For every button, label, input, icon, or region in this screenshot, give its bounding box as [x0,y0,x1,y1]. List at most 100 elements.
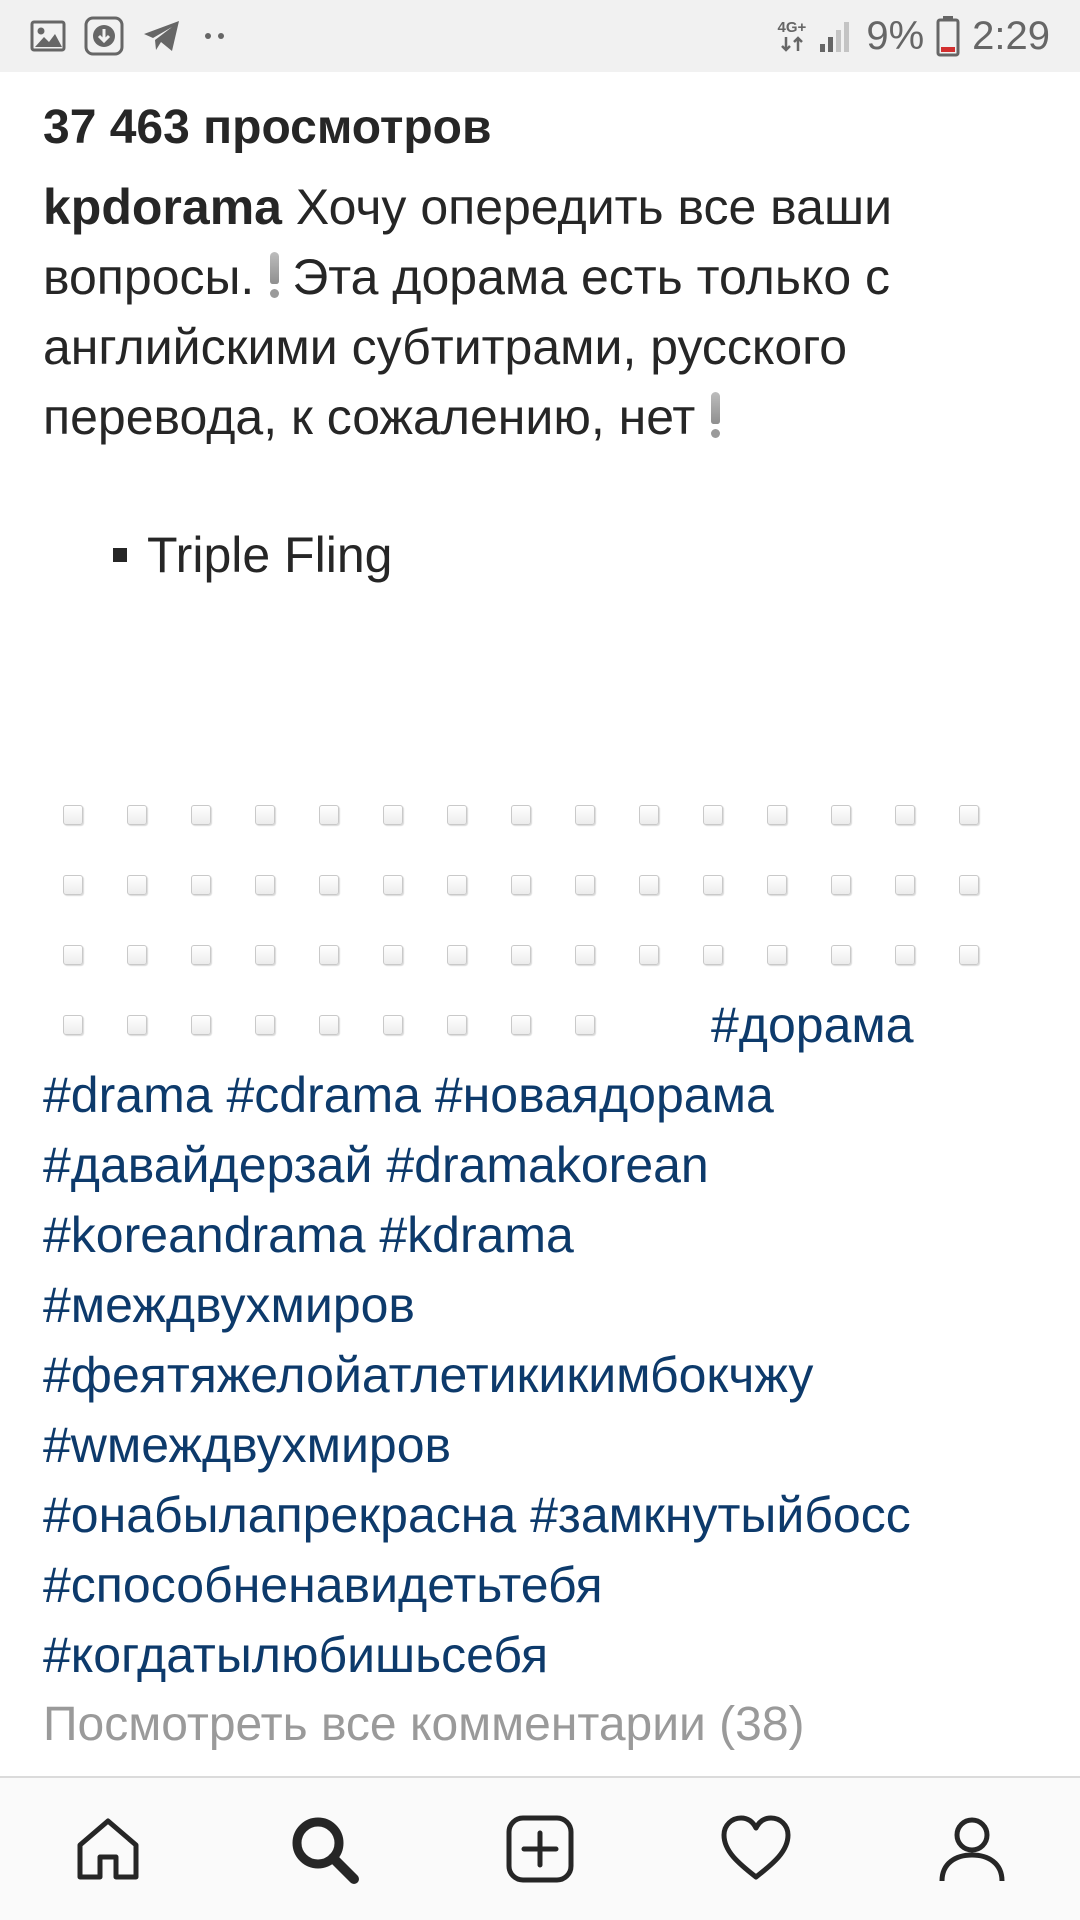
hashtag-line: #koreandrama #kdrama [43,1200,1053,1270]
missing-glyph-box [959,945,979,965]
missing-glyph-box [831,805,851,825]
hashtag-line: #drama #cdrama #новаядорама [43,1060,1053,1130]
missing-glyph-box [895,805,915,825]
missing-glyph-box [831,875,851,895]
nav-activity-button[interactable] [706,1799,806,1899]
hashtag-link[interactable]: #koreandrama [43,1207,365,1263]
missing-glyph-box [255,805,275,825]
battery-percent: 9% [866,13,925,58]
hashtag-link[interactable]: #дорама [711,990,914,1060]
missing-glyph-box [191,875,211,895]
missing-glyph-box [639,945,659,965]
hashtag-link[interactable]: #способненавидетьтебя [43,1557,603,1613]
placeholder-glyph-row [43,920,1053,990]
search-icon [292,1817,359,1884]
missing-glyph-box [319,945,339,965]
network-type-label: 4G+ [777,18,807,36]
view-all-comments-link[interactable]: Посмотреть все комментарии (38) [43,1690,1053,1760]
missing-glyph-box [191,945,211,965]
hashtag-link[interactable]: #kdrama [379,1207,574,1263]
missing-glyph-box [447,945,467,965]
list-item-text: Triple Fling [147,527,393,583]
missing-glyph-box [191,1015,211,1035]
missing-glyph-box [383,1015,403,1035]
list-item: Triple Fling [113,520,1053,590]
placeholder-glyph-row [43,850,1053,920]
missing-glyph-box [959,805,979,825]
hashtag-link[interactable]: #замкнутыйбосс [530,1487,911,1543]
activity-icon [721,1815,791,1880]
nav-new-post-button[interactable] [490,1799,590,1899]
hashtag-line: #междвухмиров [43,1270,1053,1340]
missing-glyph-box [511,1015,531,1035]
missing-glyph-box [639,805,659,825]
missing-glyph-box [383,945,403,965]
missing-glyph-box [319,805,339,825]
system-status: 4G+ 9% 2:29 [778,14,1050,59]
view-count: 37 463 просмотров [43,101,492,154]
hashtag-link[interactable]: #когдатылюбишьсебя [43,1627,548,1683]
missing-glyph-box [639,875,659,895]
missing-glyph-box [895,875,915,895]
missing-glyph-box [127,875,147,895]
missing-glyph-box [63,805,83,825]
hashtag-list: #drama #cdrama #новаядорама #давайдерзай … [43,1060,1053,1690]
missing-glyph-box [767,805,787,825]
gallery-icon [30,20,66,52]
exclamation-icon [709,390,721,440]
missing-glyph-box [319,875,339,895]
missing-glyph-box [959,875,979,895]
missing-glyph-box [127,1015,147,1035]
missing-glyph-box [767,875,787,895]
missing-glyph-box [895,945,915,965]
missing-glyph-box [383,875,403,895]
hashtag-link[interactable]: #новаядорама [435,1067,774,1123]
missing-glyph-box [703,805,723,825]
hashtag-link[interactable]: #drama [43,1067,213,1123]
missing-glyph-box [511,945,531,965]
download-icon [84,16,124,56]
missing-glyph-box [703,945,723,965]
home-icon [77,1818,139,1880]
new-post-icon [506,1815,574,1883]
bullet-icon [113,548,127,562]
missing-glyph-box [767,945,787,965]
nav-search-button[interactable] [274,1799,374,1899]
hashtag-link[interactable]: #wмеждвухмиров [43,1417,451,1473]
clock: 2:29 [972,13,1050,58]
hashtag-link[interactable]: #cdrama [226,1067,421,1123]
hashtag-link[interactable]: #давайдерзай [43,1137,372,1193]
username-link[interactable]: kpdorama [43,179,282,235]
missing-glyph-box [575,945,595,965]
missing-glyph-box [63,1015,83,1035]
missing-glyph-box [63,945,83,965]
status-bar: 4G+ 9% 2:29 [0,0,1080,72]
profile-icon [939,1817,1005,1882]
post-caption: kpdorama Хочу опередить все ваши вопросы… [43,172,1053,452]
hashtag-link[interactable]: #онабылапрекрасна [43,1487,516,1543]
nav-profile-button[interactable] [922,1799,1022,1899]
missing-glyph-box [447,875,467,895]
battery-icon [936,15,960,57]
hashtag-link[interactable]: #dramakorean [386,1137,708,1193]
nav-home-button[interactable] [58,1799,158,1899]
missing-glyph-box [63,875,83,895]
missing-glyph-box [255,875,275,895]
missing-glyph-box [575,875,595,895]
missing-glyph-box [319,1015,339,1035]
missing-glyph-box [511,875,531,895]
placeholder-glyph-block: #дорама #drama #cdrama #новаядорама #дава… [43,780,1053,1760]
hashtag-line: #давайдерзай #dramakorean [43,1130,1053,1200]
telegram-icon [142,19,182,53]
notification-icons [30,16,230,56]
signal-icon [818,18,854,54]
hashtag-link[interactable]: #междвухмиров [43,1277,415,1333]
hashtag-line: #онабылапрекрасна #замкнутыйбосс [43,1480,1053,1550]
more-notifications-icon [200,31,230,41]
bottom-navigation [0,1776,1080,1920]
exclamation-icon [268,250,280,300]
hashtag-line: #когдатылюбишьсебя [43,1620,1053,1690]
missing-glyph-box [447,805,467,825]
hashtag-link[interactable]: #феятяжелойатлетикикимбокчжу [43,1347,813,1403]
placeholder-glyph-row [43,780,1053,850]
